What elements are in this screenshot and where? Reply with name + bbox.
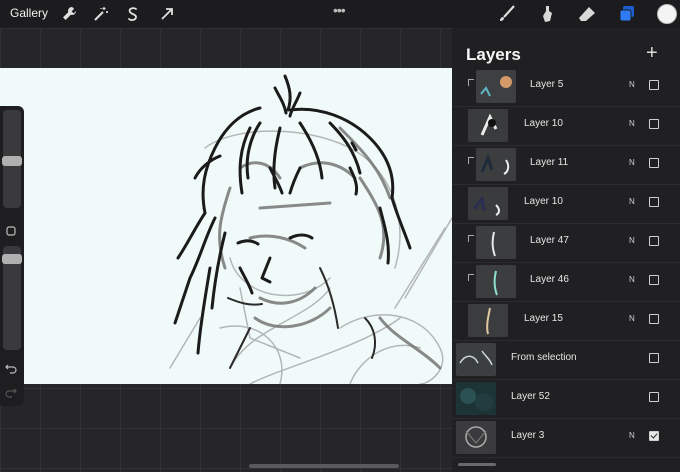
smudge-icon[interactable] — [537, 4, 557, 24]
layers-panel-title: Layers — [466, 45, 521, 64]
brush-icon[interactable] — [497, 4, 517, 24]
blend-mode-button[interactable]: N — [629, 431, 635, 440]
layer-name: Layer 46 — [530, 274, 569, 285]
redo-icon[interactable] — [4, 384, 18, 398]
layer-name: Layer 3 — [511, 430, 545, 441]
opacity-thumb[interactable] — [2, 254, 22, 264]
home-indicator — [249, 464, 399, 468]
clipping-mask-icon — [468, 79, 474, 86]
wrench-icon[interactable] — [60, 5, 78, 23]
clipping-mask-icon — [468, 157, 474, 164]
clipping-mask-icon — [468, 235, 474, 242]
layer-thumbnail — [456, 382, 496, 415]
layer-thumbnail — [468, 109, 508, 142]
layer-thumbnail — [476, 226, 516, 259]
brush-size-slider[interactable] — [2, 110, 22, 208]
layer-thumbnail — [476, 148, 516, 181]
layer-row[interactable]: Layer 46 N — [452, 262, 680, 302]
blend-mode-button[interactable]: N — [629, 158, 635, 167]
magic-wand-icon[interactable] — [92, 5, 110, 23]
layer-thumbnail — [476, 265, 516, 298]
blend-mode-button[interactable]: N — [629, 236, 635, 245]
opacity-slider[interactable] — [2, 246, 22, 350]
layer-visibility-checkbox[interactable] — [649, 275, 659, 285]
add-layer-button[interactable]: + — [646, 42, 658, 65]
clipping-mask-icon — [468, 274, 474, 281]
selection-icon[interactable] — [124, 5, 142, 23]
color-swatch-button[interactable] — [657, 4, 677, 24]
drawing-canvas[interactable] — [0, 68, 452, 384]
layer-row[interactable]: Layer 10 N — [452, 106, 680, 146]
layer-visibility-checkbox[interactable] — [649, 158, 659, 168]
layer-visibility-checkbox[interactable] — [649, 431, 659, 441]
layer-name: Layer 5 — [530, 79, 564, 90]
blend-mode-button[interactable]: N — [629, 80, 635, 89]
layer-name: Layer 52 — [511, 391, 550, 402]
layer-name: Layer 10 — [524, 196, 563, 207]
square-icon[interactable] — [4, 224, 18, 238]
blend-mode-button[interactable]: N — [629, 197, 635, 206]
side-slider-panel — [0, 106, 24, 406]
layer-row[interactable]: Layer 11 N — [452, 145, 680, 185]
layer-row[interactable]: From selection — [452, 340, 680, 380]
layer-visibility-checkbox[interactable] — [649, 80, 659, 90]
layer-thumbnail — [476, 70, 516, 103]
layer-row[interactable]: Layer 10 N — [452, 184, 680, 224]
layer-visibility-checkbox[interactable] — [649, 353, 659, 363]
layer-visibility-checkbox[interactable] — [649, 119, 659, 129]
top-toolbar: Gallery ••• — [0, 0, 680, 28]
layer-name: Layer 11 — [530, 157, 569, 168]
layer-row[interactable]: Layer 15 N — [452, 301, 680, 341]
blend-mode-button[interactable]: N — [629, 119, 635, 128]
layer-thumbnail — [468, 187, 508, 220]
layer-row[interactable]: Layer 5 N — [452, 67, 680, 107]
blend-mode-button[interactable]: N — [629, 314, 635, 323]
layer-thumbnail — [456, 343, 496, 376]
eraser-icon[interactable] — [577, 4, 597, 24]
layer-name: Layer 10 — [524, 118, 563, 129]
layers-icon[interactable] — [617, 4, 637, 24]
transform-arrow-icon[interactable] — [158, 5, 176, 23]
layer-visibility-checkbox[interactable] — [649, 236, 659, 246]
layer-row[interactable]: Layer 52 — [452, 379, 680, 419]
layer-name: From selection — [511, 352, 577, 363]
undo-icon[interactable] — [4, 360, 18, 374]
sketch-artwork — [169, 74, 452, 384]
layer-row[interactable]: Layer 3 N — [452, 418, 680, 458]
layer-visibility-checkbox[interactable] — [649, 197, 659, 207]
layer-thumbnail — [456, 421, 496, 454]
layers-panel: Layers + Layer 5 N Layer 10 N Layer 11 N — [452, 28, 680, 472]
more-options-icon[interactable]: ••• — [333, 2, 346, 18]
layer-visibility-checkbox[interactable] — [649, 314, 659, 324]
blend-mode-button[interactable]: N — [629, 275, 635, 284]
panel-scroll-indicator — [458, 463, 496, 466]
brush-size-thumb[interactable] — [2, 156, 22, 166]
layer-visibility-checkbox[interactable] — [649, 392, 659, 402]
layer-thumbnail — [468, 304, 508, 337]
layer-row[interactable]: Layer 47 N — [452, 223, 680, 263]
gallery-button[interactable]: Gallery — [10, 6, 48, 20]
layer-name: Layer 47 — [530, 235, 569, 246]
layer-name: Layer 15 — [524, 313, 563, 324]
